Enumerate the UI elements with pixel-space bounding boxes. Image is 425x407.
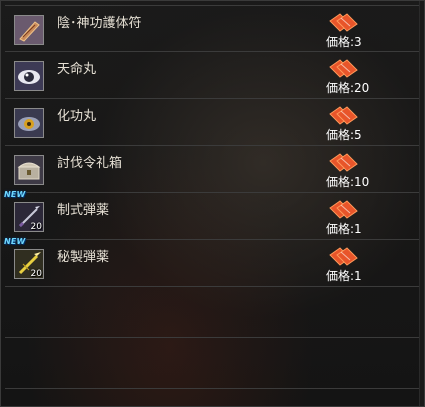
- item-price: 価格:1: [326, 222, 362, 236]
- ticket-icon: [329, 106, 358, 125]
- item-price: 価格:10: [326, 175, 370, 189]
- item-name: 化功丸: [57, 109, 97, 124]
- shop-item-row[interactable]: 陰･神功護体符 価格:3: [5, 5, 420, 52]
- item-name: 討伐令礼箱: [57, 156, 123, 171]
- golden-eye-pill-icon: [14, 108, 44, 138]
- chest-icon: [14, 155, 44, 185]
- item-quantity: 20: [30, 269, 42, 279]
- item-name: 秘製弾薬: [57, 250, 110, 265]
- ticket-icon: [329, 247, 358, 266]
- empty-slot: [5, 338, 420, 389]
- talisman-icon: [14, 15, 44, 45]
- item-price: 価格:5: [326, 128, 362, 142]
- eye-pill-icon: [14, 61, 44, 91]
- golden-dart-icon: 20: [14, 249, 44, 279]
- empty-slot: [5, 287, 420, 338]
- ticket-icon: [329, 200, 358, 219]
- item-price: 価格:3: [326, 35, 362, 49]
- item-price: 価格:1: [326, 269, 362, 283]
- shop-item-row[interactable]: 20 NEW 制式弾薬 価格:1: [4, 190, 420, 240]
- item-price: 価格:20: [326, 81, 370, 95]
- ticket-icon: [329, 13, 358, 32]
- item-shop-window: 陰･神功護体符 価格:3 天命丸 価格:20 化功丸 価格:5 討伐令礼箱 価格…: [0, 0, 425, 407]
- new-badge: NEW: [4, 237, 26, 246]
- item-name: 陰･神功護体符: [57, 16, 142, 31]
- shop-item-row[interactable]: 20 NEW 秘製弾薬 価格:1: [4, 237, 420, 287]
- shop-item-row[interactable]: 天命丸 価格:20: [5, 52, 420, 99]
- new-badge: NEW: [4, 190, 26, 199]
- shop-item-row[interactable]: 化功丸 価格:5: [5, 99, 420, 146]
- item-quantity: 20: [30, 222, 42, 232]
- shop-item-row[interactable]: 討伐令礼箱 価格:10: [5, 146, 420, 193]
- item-name: 天命丸: [57, 62, 97, 77]
- ticket-icon: [329, 59, 358, 78]
- ticket-icon: [329, 153, 358, 172]
- dart-icon: 20: [14, 202, 44, 232]
- item-name: 制式弾薬: [57, 203, 110, 218]
- scrollbar[interactable]: [419, 1, 424, 406]
